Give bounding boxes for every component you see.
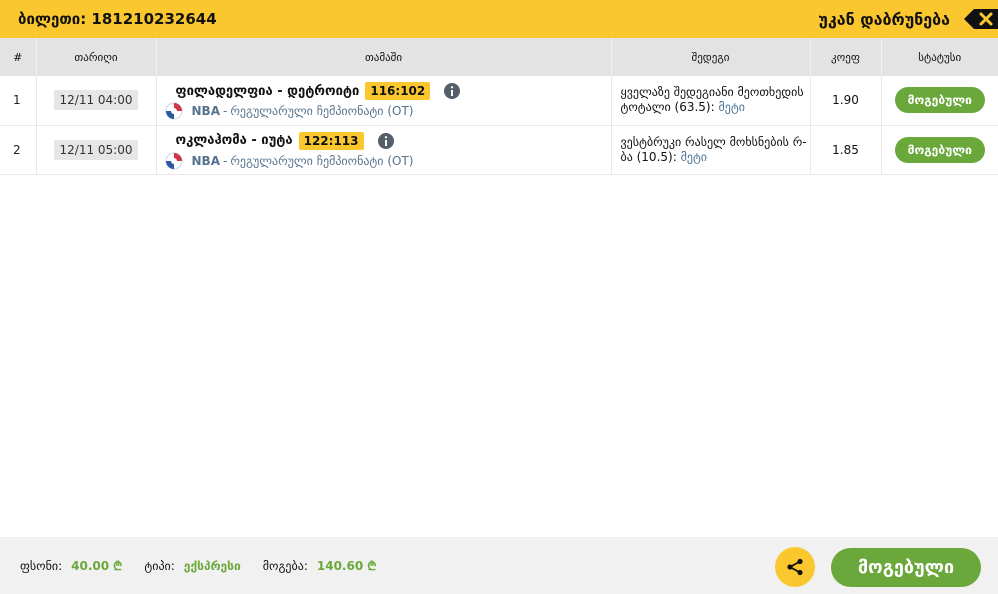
- game-cell: ფილადელფია - დეტროიტი 116:102 NBA - რეგუ…: [156, 76, 612, 125]
- date-cell: 12/11 05:00: [36, 125, 157, 174]
- league-description: რეგულარული ჩემპიონატი (OT): [230, 153, 414, 168]
- back-label: უკან დაბრუნება: [818, 9, 950, 29]
- table-header-row: # თარიღი თამაში შედეგი კოეფ სტატუსი: [0, 38, 998, 76]
- table-row: 2 12/11 05:00 ოკლაჰომა - იუტა 122:113 NB…: [0, 125, 998, 174]
- game-name[interactable]: ფილადელფია - დეტროიტი: [176, 84, 360, 99]
- currency-icon: ₾: [113, 559, 123, 573]
- col-header-num: #: [0, 38, 37, 76]
- result-more: მეტი: [718, 100, 745, 115]
- league-separator: -: [222, 104, 228, 119]
- odd-cell: 1.90: [810, 76, 882, 125]
- ticket-title: ბილეთი: 181210232644: [18, 10, 217, 28]
- row-number: 2: [0, 125, 37, 174]
- status-cell: მოგებული: [881, 76, 998, 125]
- odd-cell: 1.85: [810, 125, 882, 174]
- status-cell: მოგებული: [881, 125, 998, 174]
- ticket-header: ბილეთი: 181210232644 უკან დაბრუნება: [0, 0, 998, 38]
- info-icon[interactable]: [377, 132, 394, 149]
- win-amount: 140.60: [316, 559, 364, 573]
- col-header-game: თამაში: [156, 38, 612, 76]
- result-cell: ყველაზე შედეგიანი მეოთხედის ტოტალი (63.5…: [611, 76, 811, 125]
- win-label: მოგება:: [262, 558, 308, 573]
- currency-icon: ₾: [367, 559, 377, 573]
- result-text: ვესტბრუკი რასელ მოხსნების რ-ბა (10.5):: [620, 134, 807, 164]
- col-header-status: სტატუსი: [918, 50, 962, 64]
- bets-table: # თარიღი თამაში შედეგი კოეფ სტატუსი 1 12…: [0, 38, 998, 175]
- type-value: ექსპრესი: [183, 558, 241, 573]
- league-name: NBA: [191, 104, 220, 119]
- back-button[interactable]: უკან დაბრუნება: [818, 0, 998, 38]
- status-badge: მოგებული: [894, 136, 985, 163]
- share-button[interactable]: [775, 547, 815, 587]
- result-more: მეტი: [680, 149, 708, 164]
- stake-value: 40.00 ₾: [71, 557, 122, 574]
- date-chip: 12/11 04:00: [53, 90, 139, 111]
- type-label: ტიპი:: [144, 558, 175, 573]
- stake-amount: 40.00: [71, 559, 110, 573]
- info-icon[interactable]: [444, 83, 461, 100]
- ticket-footer: ფსონი: 40.00 ₾ ტიპი: ექსპრესი მოგება: 140…: [0, 537, 998, 594]
- score-badge: 116:102: [365, 82, 431, 101]
- game-name[interactable]: ოკლაჰომა - იუტა: [176, 133, 293, 148]
- league-description: რეგულარული ჩემპიონატი (OT): [230, 104, 414, 119]
- share-icon: [787, 558, 803, 576]
- table-row: 1 12/11 04:00 ფილადელფია - დეტროიტი 116:…: [0, 76, 998, 125]
- backspace-close-icon: [964, 9, 998, 29]
- score-badge: 122:113: [298, 131, 364, 150]
- league-name: NBA: [191, 153, 220, 168]
- date-cell: 12/11 04:00: [36, 76, 157, 125]
- stake-label: ფსონი:: [20, 558, 63, 573]
- nba-logo-icon: [165, 152, 182, 169]
- game-cell: ოკლაჰომა - იუტა 122:113 NBA - რეგულარული…: [156, 125, 612, 174]
- league-separator: -: [222, 153, 228, 168]
- bets-table-wrapper: # თარიღი თამაში შედეგი კოეფ სტატუსი 1 12…: [0, 38, 998, 175]
- col-header-odd: კოეფ: [810, 38, 882, 76]
- row-number: 1: [0, 76, 37, 125]
- col-header-date: თარიღი: [36, 38, 157, 76]
- result-text: ყველაზე შედეგიანი მეოთხედის ტოტალი (63.5…: [620, 85, 804, 115]
- result-cell: ვესტბრუკი რასელ მოხსნების რ-ბა (10.5): მ…: [611, 125, 811, 174]
- date-chip: 12/11 05:00: [53, 139, 139, 160]
- col-header-result: შედეგი: [611, 38, 811, 76]
- win-value: 140.60 ₾: [317, 557, 377, 574]
- status-badge: მოგებული: [894, 87, 985, 114]
- ticket-status-badge: მოგებული: [831, 548, 981, 587]
- nba-logo-icon: [165, 102, 182, 120]
